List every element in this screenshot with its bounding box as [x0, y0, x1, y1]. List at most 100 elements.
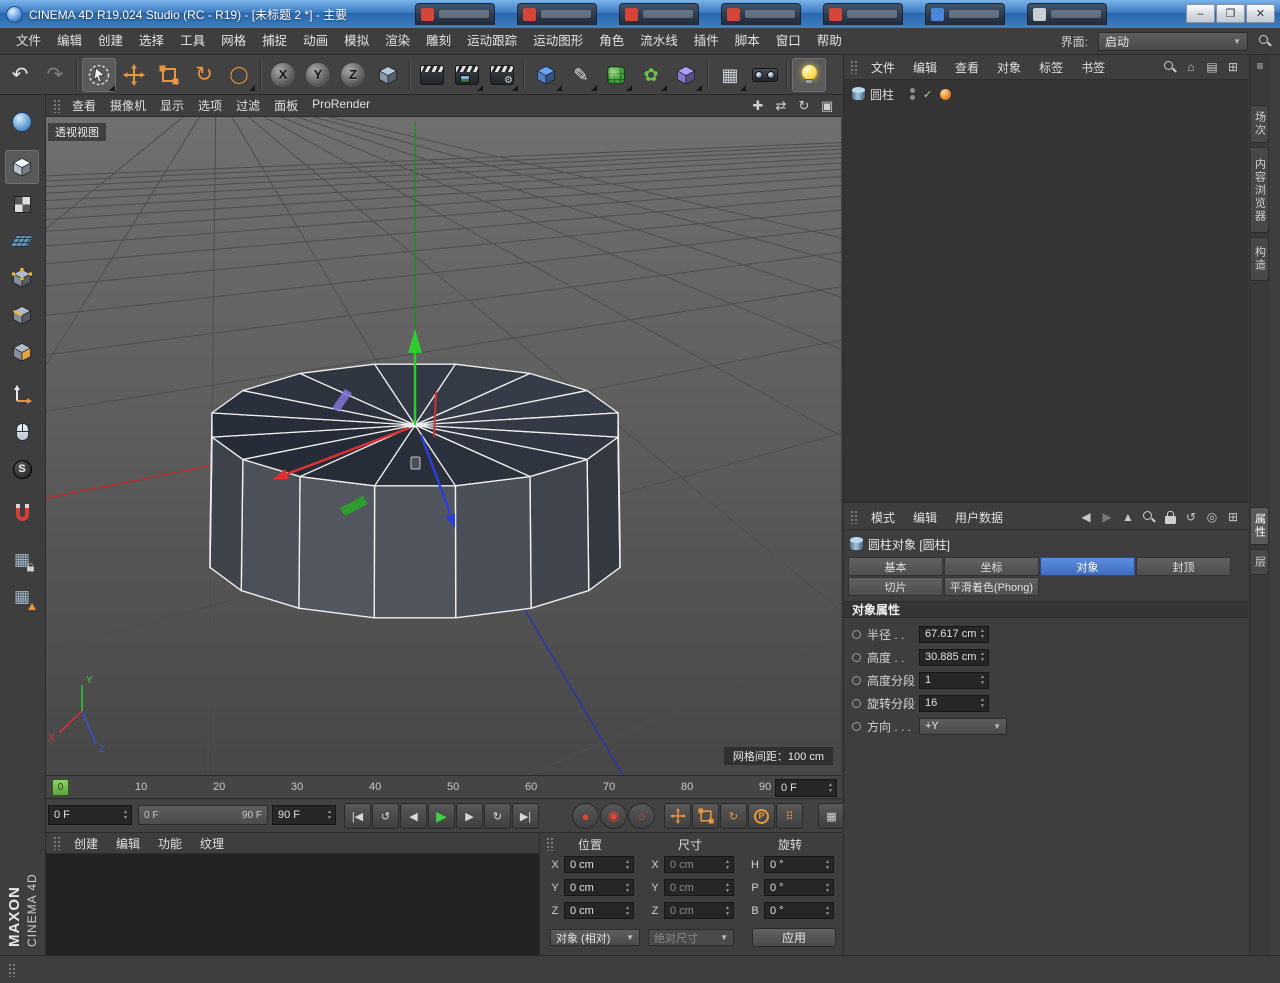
stepper-icon[interactable]: [325, 806, 334, 824]
pan-view-icon[interactable]: ✚: [749, 97, 767, 115]
lock-y-axis-icon[interactable]: Y: [301, 58, 335, 92]
object-name[interactable]: 圆柱: [870, 86, 894, 103]
live-selection-icon[interactable]: [82, 57, 116, 92]
spline-pen-icon[interactable]: ✎: [564, 58, 598, 92]
goto-start-button[interactable]: |◀: [344, 803, 371, 829]
material-menu-1[interactable]: 编辑: [107, 835, 149, 852]
toggle-panels-icon[interactable]: ▣: [818, 97, 836, 115]
next-frame-button[interactable]: ▶: [456, 803, 483, 829]
camera-icon[interactable]: [748, 58, 782, 92]
stepper-icon[interactable]: [826, 780, 835, 796]
stepper-icon[interactable]: [978, 696, 987, 711]
polygons-mode-icon[interactable]: [5, 335, 39, 369]
scale-icon[interactable]: [152, 58, 186, 92]
menu-item-15[interactable]: 插件: [686, 28, 727, 54]
visibility-dots-icon[interactable]: [910, 88, 916, 100]
menu-item-18[interactable]: 帮助: [809, 28, 850, 54]
panel-menu-icon[interactable]: ⊞: [1226, 510, 1240, 524]
menu-item-7[interactable]: 动画: [295, 28, 336, 54]
am-tab-0[interactable]: 基本: [848, 557, 943, 576]
frame-range-slider[interactable]: 0 F 90 F: [138, 805, 268, 825]
autokey-button[interactable]: ◉: [600, 803, 627, 829]
title-bar[interactable]: CINEMA 4D R19.024 Studio (RC - R19) - [未…: [0, 0, 1280, 28]
display-mode-icon[interactable]: ▦: [713, 58, 747, 92]
points-mode-icon[interactable]: [5, 261, 39, 295]
stepper-icon[interactable]: [978, 627, 987, 642]
nav-back-icon[interactable]: ◀: [1079, 510, 1093, 524]
am-tab-3[interactable]: 封顶: [1136, 557, 1231, 576]
background-window-1[interactable]: [517, 3, 597, 25]
stepper-icon[interactable]: [823, 857, 832, 872]
key-position-toggle-glyph[interactable]: [666, 804, 690, 828]
viewport-menu-4[interactable]: 过滤: [229, 97, 267, 114]
keyframe-selection-button[interactable]: ○: [628, 803, 655, 829]
timeline-ruler[interactable]: 0102030405060708090 0 0 F: [46, 775, 841, 799]
rotate-icon[interactable]: ↻: [187, 58, 221, 92]
pick-icon[interactable]: ▲: [1121, 510, 1135, 524]
current-frame-field[interactable]: 0 F: [775, 779, 837, 797]
background-window-6[interactable]: [1027, 3, 1107, 25]
workplane-align-icon[interactable]: ▦: [5, 579, 39, 613]
search-icon[interactable]: [1163, 60, 1177, 74]
menu-item-6[interactable]: 捕捉: [254, 28, 295, 54]
property-dropdown[interactable]: +Y ▼: [919, 717, 1007, 735]
material-menu-2[interactable]: 功能: [149, 835, 191, 852]
close-button[interactable]: ✕: [1246, 4, 1275, 23]
stepper-icon[interactable]: [723, 857, 732, 872]
edges-mode-icon[interactable]: [5, 298, 39, 332]
mograph-icon[interactable]: ✿: [634, 58, 668, 92]
attribute-manager-menu-1[interactable]: 编辑: [904, 509, 946, 526]
stepper-icon[interactable]: [978, 650, 987, 665]
coord-field-1-2[interactable]: 0 cm: [664, 902, 734, 919]
panel-menu-icon[interactable]: ≡: [1253, 59, 1267, 73]
viewport-menu-5[interactable]: 面板: [267, 97, 305, 114]
render-view-icon[interactable]: [415, 58, 449, 92]
stepper-icon[interactable]: [623, 857, 632, 872]
stepper-icon[interactable]: [723, 903, 732, 918]
nav-forward-icon[interactable]: ▶: [1100, 510, 1114, 524]
coord-field-0-2[interactable]: 0 cm: [564, 902, 634, 919]
enable-axis-icon[interactable]: [5, 378, 39, 412]
right-tab-内容浏览器[interactable]: 内容浏览器: [1251, 147, 1269, 233]
minimize-button[interactable]: –: [1186, 4, 1215, 23]
undo-icon[interactable]: ↶: [3, 58, 37, 92]
render-picture-viewer-icon[interactable]: [450, 58, 484, 92]
workplane-mode-icon[interactable]: [5, 224, 39, 258]
stepper-icon[interactable]: [978, 673, 987, 688]
history-icon[interactable]: ↺: [1184, 510, 1198, 524]
stepper-icon[interactable]: [723, 880, 732, 895]
menu-item-9[interactable]: 渲染: [377, 28, 418, 54]
goto-end-button[interactable]: ▶|: [512, 803, 539, 829]
drag-handle-icon[interactable]: [53, 98, 61, 113]
model-mode-icon[interactable]: [5, 150, 39, 184]
stepper-icon[interactable]: [823, 880, 832, 895]
object-manager-menu-3[interactable]: 对象: [988, 59, 1030, 76]
am-tab-5[interactable]: 平滑着色(Phong): [944, 577, 1039, 596]
right-tab-构造[interactable]: 构造: [1251, 237, 1269, 281]
zoom-view-icon[interactable]: ⇄: [772, 97, 790, 115]
background-window-0[interactable]: [415, 3, 495, 25]
property-field[interactable]: 67.617 cm: [919, 625, 989, 643]
menu-item-1[interactable]: 编辑: [49, 28, 90, 54]
drag-handle-icon[interactable]: [546, 837, 554, 851]
animation-dot-icon[interactable]: [852, 652, 861, 662]
drag-handle-icon[interactable]: [850, 60, 858, 74]
render-settings-icon[interactable]: ⚙: [485, 58, 519, 92]
last-tool-icon[interactable]: ◯: [222, 58, 256, 92]
menu-item-3[interactable]: 选择: [131, 28, 172, 54]
coord-field-2-2[interactable]: 0 °: [764, 902, 834, 919]
record-keyframe-button[interactable]: ●: [572, 803, 599, 829]
add-cube-icon[interactable]: [529, 58, 563, 92]
material-menu-0[interactable]: 创建: [65, 835, 107, 852]
lock-icon[interactable]: [1163, 510, 1177, 524]
animation-dot-icon[interactable]: [852, 675, 861, 685]
search-icon[interactable]: [1258, 34, 1272, 48]
viewport-solo-icon[interactable]: [5, 415, 39, 449]
menu-item-2[interactable]: 创建: [90, 28, 131, 54]
object-manager-menu-4[interactable]: 标签: [1030, 59, 1072, 76]
coord-field-0-1[interactable]: 0 cm: [564, 879, 634, 896]
viewport-menu-1[interactable]: 摄像机: [103, 97, 153, 114]
rotate-view-icon[interactable]: ↻: [795, 97, 813, 115]
workplane-lock-icon[interactable]: ▦: [5, 542, 39, 576]
right-tab-层[interactable]: 层: [1251, 549, 1269, 575]
